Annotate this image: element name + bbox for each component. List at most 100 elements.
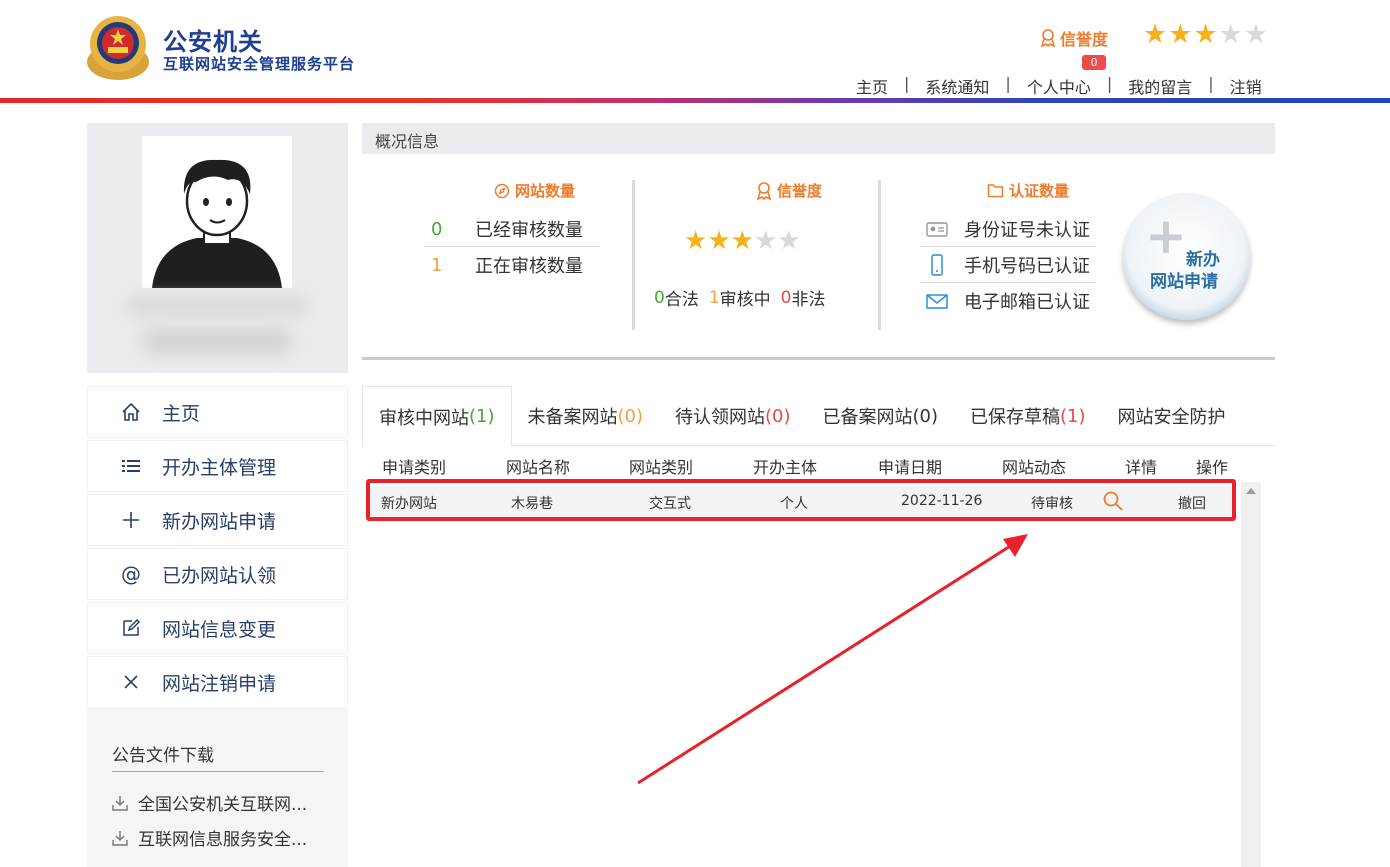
nav-logout[interactable]: 注销 xyxy=(1230,74,1262,98)
close-icon xyxy=(124,675,138,689)
divider xyxy=(878,180,881,330)
phone-icon xyxy=(931,254,943,276)
overview-header: 概况信息 xyxy=(362,123,1275,154)
divider xyxy=(362,357,1275,360)
annotation-arrow xyxy=(637,534,1028,785)
star-filled-icon: ★ xyxy=(684,226,708,256)
column-header: 网站动态 xyxy=(1002,458,1067,477)
site-count-title: 网站数量 xyxy=(494,180,575,201)
approved-count-value: 0 xyxy=(431,218,443,240)
star-filled-icon: ★ xyxy=(730,226,754,256)
compass-icon xyxy=(494,183,510,198)
tab-unregistered[interactable]: 未备案网站 (0) xyxy=(512,386,660,446)
divider xyxy=(424,246,600,247)
reviewing-count: 1 xyxy=(708,287,720,308)
nav-personal-center[interactable]: 个人中心 xyxy=(1027,74,1091,98)
header-credit-stars: ★ ★ ★ ★ ★ xyxy=(1143,20,1268,50)
plus-icon: + xyxy=(1145,207,1187,265)
legal-count: 0 xyxy=(654,287,665,308)
download-item[interactable]: 互联网信息服务安全... xyxy=(110,825,307,850)
legal-label: 合法 xyxy=(664,290,699,310)
tab-drafts[interactable]: 已保存草稿 (1) xyxy=(954,386,1102,446)
highlight-box xyxy=(366,479,1236,521)
org-title: 公安机关 xyxy=(163,28,263,56)
sidebar-item-claim-website[interactable]: @ 已办网站认领 xyxy=(87,548,348,600)
downloads-title: 公告文件下载 xyxy=(112,746,214,766)
column-header: 操作 xyxy=(1196,458,1229,477)
sidebar-item-home[interactable]: 主页 xyxy=(87,386,348,438)
org-subtitle: 互联网站安全管理服务平台 xyxy=(163,55,356,73)
header: 公安机关 互联网站安全管理服务平台 信誉度 ★ ★ ★ ★ ★ 0 主页 | 系… xyxy=(0,0,1390,100)
header-credit-label: 信誉度 xyxy=(1040,26,1108,50)
pending-count-label: 正在审核数量 xyxy=(475,256,583,277)
tab-to-claim[interactable]: 待认领网站 (0) xyxy=(659,386,807,446)
reviewing-label: 审核中 xyxy=(719,290,771,310)
mail-icon xyxy=(926,294,948,309)
user-avatar-illustration xyxy=(152,159,282,288)
list-icon xyxy=(122,460,140,472)
notification-badge: 0 xyxy=(1082,55,1106,70)
approved-count-label: 已经审核数量 xyxy=(475,220,583,241)
sidebar-item-change-info[interactable]: 网站信息变更 xyxy=(87,602,348,654)
nav-home[interactable]: 主页 xyxy=(856,74,888,98)
scroll-up-arrow-icon[interactable] xyxy=(1246,488,1256,494)
avatar[interactable] xyxy=(142,136,292,288)
nav-notifications[interactable]: 系统通知 xyxy=(925,74,989,98)
star-filled-icon: ★ xyxy=(707,226,731,256)
email-auth-row: 电子邮箱已认证 xyxy=(924,288,1090,314)
tab-reviewing[interactable]: 审核中网站 (1) xyxy=(362,386,512,447)
downloads-panel: 公告文件下载 全国公安机关互联网... 互联网信息服务安全... xyxy=(87,707,348,867)
folder-icon xyxy=(987,184,1004,198)
sidebar-item-cancel-website[interactable]: 网站注销申请 xyxy=(87,656,348,708)
medal-icon xyxy=(1040,29,1056,47)
sidebar-item-new-website[interactable]: 新办网站申请 xyxy=(87,494,348,546)
credit-stars: ★ ★ ★ ★ ★ xyxy=(684,226,801,256)
star-empty-icon: ★ xyxy=(753,226,778,256)
column-header: 网站类别 xyxy=(629,458,694,477)
user-info-redacted xyxy=(142,328,292,354)
edit-icon xyxy=(123,618,141,636)
plus-icon xyxy=(123,512,139,528)
top-nav: 主页 | 系统通知 | 个人中心 | 我的留言 | 注销 xyxy=(856,74,1262,98)
header-divider xyxy=(0,98,1390,103)
nav-my-messages[interactable]: 我的留言 xyxy=(1128,74,1192,98)
table-scrollbar[interactable] xyxy=(1241,482,1261,867)
credit-title: 信誉度 xyxy=(756,180,822,201)
star-empty-icon: ★ xyxy=(777,226,801,256)
download-item[interactable]: 全国公安机关互联网... xyxy=(110,790,307,815)
column-header: 网站名称 xyxy=(506,458,571,477)
id-card-icon xyxy=(926,222,948,237)
divider xyxy=(632,180,635,330)
pending-count-value: 1 xyxy=(431,254,443,276)
sidebar-item-subject-management[interactable]: 开办主体管理 xyxy=(87,440,348,492)
at-icon: @ xyxy=(121,562,141,586)
table-header: 申请类别 网站名称 网站类别 开办主体 申请日期 网站动态 详情 操作 xyxy=(362,446,1275,482)
tab-registered[interactable]: 已备案网站 (0) xyxy=(807,386,955,446)
new-website-apply-button[interactable]: + 新办 网站申请 xyxy=(1123,193,1250,320)
star-empty-icon: ★ xyxy=(1218,19,1243,50)
download-icon xyxy=(112,830,128,846)
police-emblem-logo xyxy=(87,16,149,80)
star-filled-icon: ★ xyxy=(1193,19,1218,50)
divider xyxy=(920,282,1096,283)
username-redacted xyxy=(127,295,307,317)
column-header: 申请日期 xyxy=(878,458,943,477)
profile-card xyxy=(87,123,348,373)
column-header: 开办主体 xyxy=(753,458,818,477)
overview-title: 概况信息 xyxy=(375,132,440,151)
column-header: 详情 xyxy=(1125,458,1158,477)
sidebar-nav: 主页 开办主体管理 新办网站申请 @ 已办网站认领 网站信息变更 网站注销申请 xyxy=(87,386,348,710)
phone-auth-row: 手机号码已认证 xyxy=(924,252,1090,278)
illegal-count: 0 xyxy=(780,287,792,308)
download-icon xyxy=(112,795,128,811)
tab-security-protection[interactable]: 网站安全防护 xyxy=(1102,386,1242,446)
star-filled-icon: ★ xyxy=(1143,19,1168,50)
home-icon xyxy=(122,402,140,421)
pending-count-row: 1 正在审核数量 xyxy=(431,252,583,278)
illegal-label: 非法 xyxy=(791,290,826,310)
star-empty-icon: ★ xyxy=(1243,19,1269,50)
website-tabs: 审核中网站 (1) 未备案网站 (0) 待认领网站 (0) 已备案网站 (0) 已保存草… xyxy=(362,386,1275,447)
star-filled-icon: ★ xyxy=(1168,19,1193,50)
id-auth-row: 身份证号未认证 xyxy=(924,216,1090,242)
medal-icon xyxy=(756,181,772,200)
